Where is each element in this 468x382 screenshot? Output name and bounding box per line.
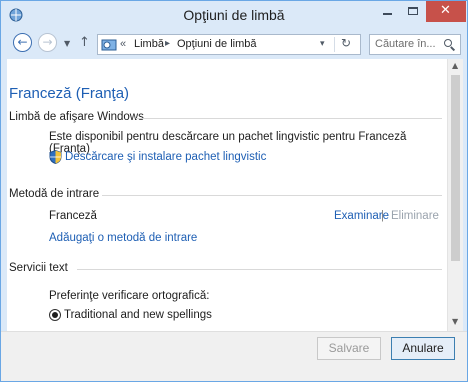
language-options-window: Opţiuni de limbă ✕ ← → ▼ ↑ « Limbă ▸ Opţ… [0, 0, 468, 382]
arrow-left-icon: ← [17, 35, 28, 49]
input-method-heading: Metodă de intrare [9, 188, 100, 200]
radio-selected-dot [52, 312, 58, 318]
input-method-name: Franceză [49, 210, 97, 222]
breadcrumb-overflow[interactable]: « [120, 38, 126, 50]
cancel-button[interactable]: Anulare [391, 337, 455, 360]
shield-icon [49, 150, 62, 164]
breadcrumb-limba[interactable]: Limbă [134, 38, 164, 50]
refresh-icon[interactable]: ↻ [341, 36, 351, 50]
download-install-link[interactable]: Descărcare şi instalare pachet lingvisti… [65, 151, 266, 163]
control-panel-icon [101, 39, 117, 51]
scroll-down-icon[interactable]: ▼ [452, 317, 458, 326]
search-placeholder: Căutare în... [375, 38, 436, 50]
display-language-heading: Limbă de afişare Windows [9, 111, 144, 123]
dialog-footer: Salvare Anulare [1, 331, 467, 381]
spelling-option-label[interactable]: Traditional and new spellings [64, 309, 212, 321]
search-icon[interactable] [444, 39, 452, 47]
minimize-icon [383, 13, 392, 15]
address-dropdown-icon[interactable]: ▾ [320, 39, 325, 49]
address-divider [334, 37, 335, 52]
remove-link: Eliminare [391, 210, 439, 222]
scrollbar-thumb[interactable] [451, 75, 460, 261]
forward-button[interactable]: → [38, 33, 57, 52]
search-box[interactable]: Căutare în... [369, 34, 461, 55]
spelling-preferences-label: Preferinţe verificare ortografică: [49, 290, 210, 302]
close-icon: ✕ [440, 3, 451, 18]
scroll-up-icon[interactable]: ▲ [452, 61, 458, 70]
maximize-icon [408, 7, 418, 15]
section-divider [136, 118, 442, 119]
navigation-bar: ← → ▼ ↑ « Limbă ▸ Opţiuni de limbă ▾ ↻ C… [1, 29, 467, 59]
back-button[interactable]: ← [13, 33, 32, 52]
maximize-button[interactable] [400, 1, 426, 22]
address-bar[interactable]: « Limbă ▸ Opţiuni de limbă ▾ ↻ [97, 34, 361, 55]
add-input-method-link[interactable]: Adăugaţi o metodă de intrare [49, 232, 197, 244]
breadcrumb-language-options[interactable]: Opţiuni de limbă [177, 38, 257, 50]
up-level-arrow-icon[interactable]: ↑ [79, 35, 90, 50]
arrow-right-icon: → [42, 35, 53, 49]
spelling-option-radio[interactable] [49, 309, 61, 321]
section-divider [102, 195, 442, 196]
title-bar: Opţiuni de limbă ✕ [1, 1, 467, 29]
close-button[interactable]: ✕ [426, 1, 466, 22]
text-services-heading: Servicii text [9, 262, 68, 274]
recent-locations-chevron-icon[interactable]: ▼ [64, 39, 70, 48]
link-separator: | [381, 210, 384, 222]
language-title: Franceză (Franţa) [9, 85, 130, 102]
content-pane: Franceză (Franţa) Limbă de afişare Windo… [7, 59, 447, 331]
save-button[interactable]: Salvare [317, 337, 381, 360]
section-divider [77, 269, 442, 270]
minimize-button[interactable] [374, 1, 400, 22]
vertical-scrollbar[interactable]: ▲ ▼ [447, 59, 463, 331]
breadcrumb-separator-icon[interactable]: ▸ [165, 38, 170, 49]
